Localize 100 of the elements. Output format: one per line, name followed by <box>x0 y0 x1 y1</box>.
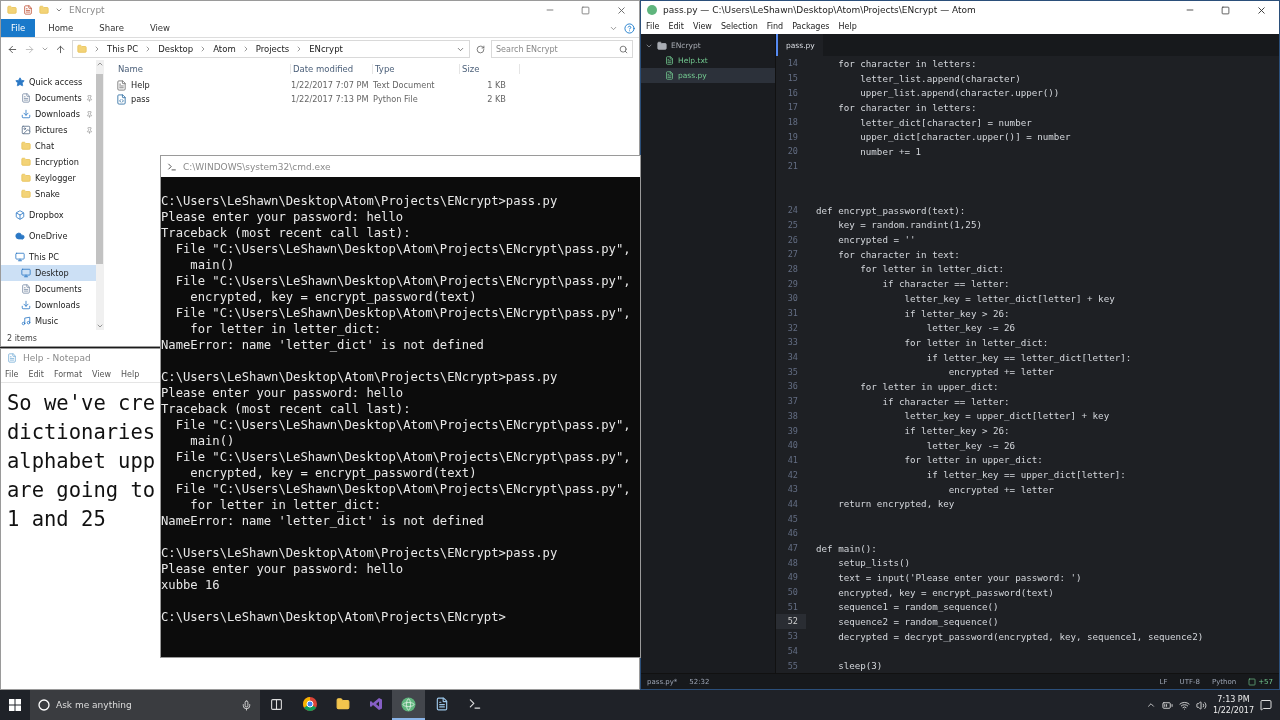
volume-icon[interactable] <box>1195 699 1207 711</box>
text-line: dictionaries <box>7 419 156 446</box>
nav-item[interactable]: Snake <box>1 186 96 202</box>
ribbon-tab[interactable]: Share <box>86 19 137 37</box>
up-icon[interactable] <box>55 43 66 55</box>
menu-item[interactable]: Edit <box>28 370 44 379</box>
nav-item[interactable]: Keylogger <box>1 170 96 186</box>
maximize-icon[interactable] <box>1221 5 1230 15</box>
line-number: 48 <box>786 556 799 570</box>
nav-item[interactable]: Chat <box>1 138 96 154</box>
nav-item[interactable]: Downloads <box>1 106 96 122</box>
menu-item[interactable]: Find <box>766 22 784 31</box>
line-number: 37 <box>786 395 799 409</box>
wifi-icon[interactable] <box>1178 699 1190 711</box>
search-icon <box>619 44 628 54</box>
terminal-icon[interactable] <box>467 697 482 711</box>
nav-item[interactable]: Documents <box>1 281 96 297</box>
caret-icon[interactable] <box>55 6 63 14</box>
code-line: for letter in upper_dict: <box>859 380 999 392</box>
microphone-icon[interactable] <box>241 699 252 711</box>
folder-icon <box>7 5 17 15</box>
code-line: decrypted = decrypt_password(encrypted, key, sequence1, sequence2) <box>837 630 1204 642</box>
notification-icon[interactable] <box>1260 699 1272 711</box>
code-line: upper_dict[character.upper()] = number <box>859 131 1071 143</box>
menu-item[interactable]: File <box>646 22 660 31</box>
nav-item[interactable]: Desktop <box>1 265 96 281</box>
menu-item[interactable]: Packages <box>792 22 830 31</box>
nav-item[interactable]: Pictures <box>1 122 96 138</box>
breadcrumb-item[interactable]: Atom <box>213 44 236 54</box>
close-icon[interactable] <box>616 4 627 16</box>
windows-logo-icon[interactable] <box>9 699 21 711</box>
console-line: Traceback (most recent call last): <box>161 401 412 417</box>
nav-item[interactable]: Dropbox <box>1 207 96 223</box>
menu-item[interactable]: Format <box>53 370 83 379</box>
line-number: 24 <box>786 204 799 218</box>
notepad-icon[interactable] <box>434 697 449 711</box>
address-bar[interactable]: This PC Desktop Atom Projects ENcrypt <box>72 40 470 58</box>
code-line: return encrypted, key <box>837 498 955 510</box>
download-icon <box>21 300 31 310</box>
console-line: File "C:\Users\LeShawn\Desktop\Atom\Projects\ENcrypt\pass.py", <box>174 241 632 257</box>
menu-item[interactable]: Edit <box>668 22 684 31</box>
line-number: 41 <box>786 453 799 467</box>
ribbon-tab[interactable]: File <box>1 19 36 37</box>
column-header[interactable]: Name <box>116 64 291 74</box>
nav-item[interactable]: Quick access <box>1 74 96 90</box>
menu-item[interactable]: Help <box>838 22 857 31</box>
column-header[interactable]: Date modified <box>291 64 373 74</box>
search-field[interactable]: Ask me anything <box>30 690 260 720</box>
file-name[interactable]: Help <box>131 80 150 90</box>
code-line: for character in letters: <box>837 57 977 69</box>
line-number: 33 <box>786 336 799 350</box>
download-icon <box>21 109 31 119</box>
infinity-logo-icon[interactable] <box>368 697 383 711</box>
nav-item[interactable]: This PC <box>1 249 96 265</box>
breadcrumb-item[interactable]: This PC <box>107 44 139 54</box>
code-line: letter_key = letter_dict[letter] + key <box>903 292 1115 304</box>
ribbon-tab[interactable]: View <box>136 19 184 37</box>
menu-item[interactable]: File <box>5 370 19 379</box>
code-file-icon <box>116 93 127 105</box>
folder-icon[interactable] <box>335 697 350 711</box>
back-icon[interactable] <box>7 43 18 55</box>
ribbon-tab[interactable]: Home <box>35 19 87 37</box>
nav-item[interactable]: Downloads <box>1 297 96 313</box>
menu-item[interactable]: Help <box>121 370 140 379</box>
refresh-icon[interactable] <box>476 44 485 54</box>
menu-item[interactable]: View <box>92 370 112 379</box>
window-title: pass.py — C:\Users\LeShawn\Desktop\Atom\Projects\ENcrypt — Atom <box>663 5 976 15</box>
properties-icon[interactable] <box>23 5 33 15</box>
console-line: main() <box>189 433 236 449</box>
task-view-icon[interactable] <box>270 697 283 711</box>
nav-item[interactable]: Music <box>1 313 96 329</box>
clock[interactable]: 7:13 PM 1/22/2017 <box>1212 694 1254 716</box>
column-header[interactable]: Type <box>373 64 460 74</box>
column-header[interactable]: Size <box>460 64 520 74</box>
close-icon[interactable] <box>1256 4 1267 16</box>
breadcrumb-item[interactable]: Desktop <box>158 44 194 54</box>
code-line: if letter_key == letter_dict[letter]: <box>925 351 1132 363</box>
help-icon[interactable] <box>624 22 635 34</box>
picture-icon <box>21 125 31 135</box>
line-number: 16 <box>786 86 799 100</box>
console-line: for letter in letter_dict: <box>189 497 383 513</box>
nav-item[interactable]: Encryption <box>1 154 96 170</box>
chevron-icon[interactable] <box>1145 700 1156 710</box>
window-title: C:\WINDOWS\system32\cmd.exe <box>183 161 331 172</box>
code-line: letter_list.append(character) <box>859 72 1021 84</box>
menu-item[interactable]: Selection <box>720 22 758 31</box>
file-name[interactable]: pass <box>131 94 150 104</box>
scrollbar[interactable] <box>95 60 104 330</box>
line-number: 15 <box>786 72 799 86</box>
nav-item[interactable]: Documents <box>1 90 96 106</box>
breadcrumb-item[interactable]: ENcrypt <box>309 44 343 54</box>
search-field[interactable]: Search ENcrypt <box>491 40 633 58</box>
breadcrumb-item[interactable]: Projects <box>255 44 290 54</box>
console-line: for letter in letter_dict: <box>189 321 383 337</box>
chrome-icon[interactable] <box>302 697 317 711</box>
battery-icon[interactable] <box>1161 699 1173 711</box>
menu-item[interactable]: View <box>692 22 712 31</box>
nav-item[interactable]: OneDrive <box>1 228 96 244</box>
line-number: 14 <box>786 57 799 71</box>
taskbar-app[interactable] <box>392 690 425 720</box>
